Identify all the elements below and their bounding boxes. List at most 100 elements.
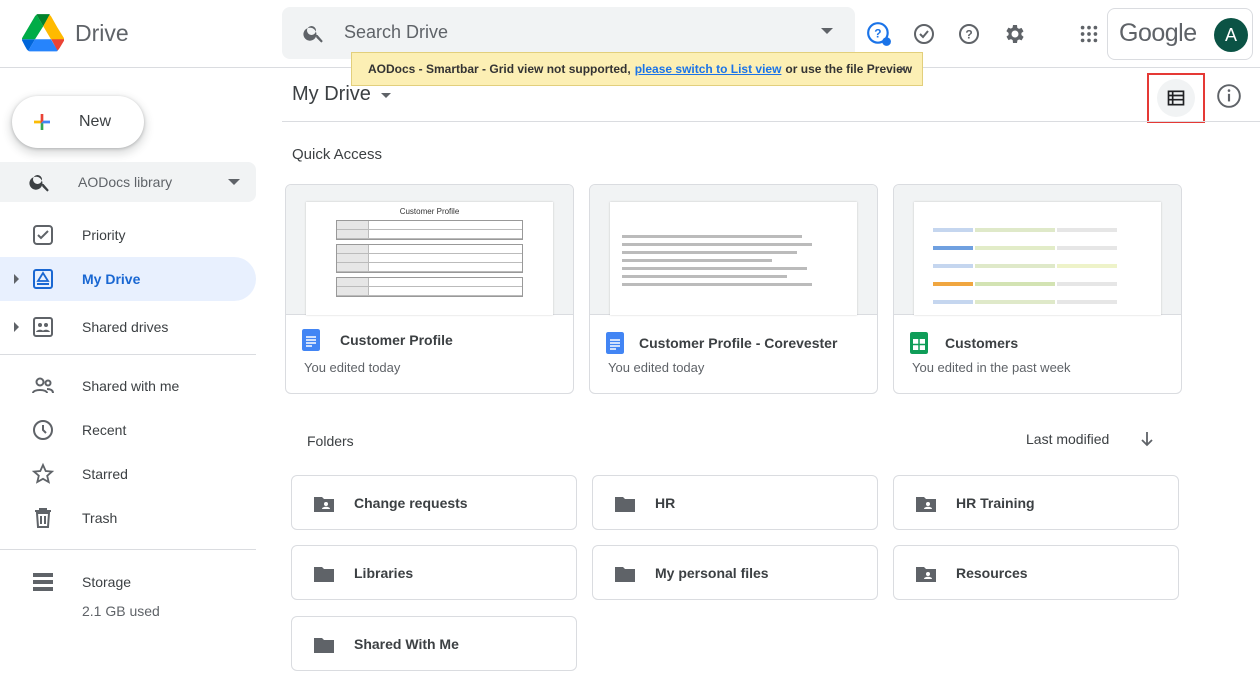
file-name: Customer Profile - Corevester [639, 335, 838, 351]
sort-by-button[interactable]: Last modified [1026, 431, 1109, 447]
drive-logo-icon [22, 14, 64, 52]
chevron-down-icon [228, 179, 240, 185]
sidebar-item-label: Recent [82, 422, 127, 438]
sidebar-item-label: Shared with me [82, 378, 180, 394]
folder-name: Shared With Me [354, 636, 459, 652]
help-icon[interactable]: ? [956, 21, 982, 47]
settings-gear-icon[interactable] [1002, 21, 1028, 47]
header-divider [282, 121, 1260, 122]
my-drive-icon [33, 269, 53, 289]
svg-text:?: ? [874, 26, 881, 40]
page-title[interactable]: My Drive [292, 83, 371, 106]
expand-arrow-icon[interactable] [14, 322, 19, 332]
folder-card[interactable]: Resources [893, 545, 1179, 600]
folder-name: HR [655, 495, 676, 511]
switch-to-list-view-link[interactable]: please switch to List view [635, 62, 782, 76]
folder-name: My personal files [655, 565, 769, 581]
file-preview-thumbnail [894, 185, 1181, 315]
sidebar-divider [0, 354, 256, 355]
folder-card[interactable]: HR [592, 475, 878, 530]
account-switcher[interactable]: Google A [1107, 8, 1253, 60]
folder-card[interactable]: Libraries [291, 545, 577, 600]
list-view-icon [1167, 90, 1185, 106]
shared-folder-icon [916, 497, 936, 512]
sidebar-item-label: Shared drives [82, 319, 169, 335]
trash-icon [35, 508, 51, 528]
shared-with-me-icon [32, 377, 54, 394]
drive-logo[interactable]: Drive [22, 14, 129, 52]
smartbar-text-suffix: or use the file Preview [785, 62, 913, 76]
offline-ready-icon[interactable] [911, 21, 937, 47]
quick-access-card[interactable]: Customers You edited in the past week [893, 184, 1182, 394]
shared-drives-icon [33, 317, 53, 337]
folder-name: Resources [956, 565, 1028, 581]
shared-folder-icon [314, 497, 334, 512]
library-selector[interactable]: AODocs library [0, 162, 256, 202]
folder-card[interactable]: Change requests [291, 475, 577, 530]
google-wordmark: Google [1119, 19, 1197, 47]
priority-icon [33, 225, 53, 245]
quick-access-heading: Quick Access [292, 146, 383, 163]
search-input[interactable]: Search Drive [344, 22, 448, 43]
sidebar-item-shared-drives[interactable]: Shared drives [0, 305, 256, 349]
library-selector-label: AODocs library [78, 174, 173, 190]
sidebar-item-storage[interactable]: Storage [0, 560, 256, 604]
folder-card[interactable]: HR Training [893, 475, 1179, 530]
sidebar-item-priority[interactable]: Priority [0, 213, 256, 257]
plus-icon [34, 114, 50, 130]
folder-icon [314, 638, 334, 653]
file-activity: You edited in the past week [912, 360, 1071, 375]
sidebar-item-label: My Drive [82, 271, 141, 287]
smartbar-text: AODocs - Smartbar - Grid view not suppor… [368, 62, 631, 76]
sidebar-item-label: Priority [82, 227, 126, 243]
avatar[interactable]: A [1214, 18, 1248, 52]
folders-heading: Folders [307, 433, 354, 449]
storage-label: Storage [82, 574, 132, 590]
new-button-label: New [79, 113, 112, 130]
sidebar-item-starred[interactable]: Starred [0, 452, 256, 496]
sidebar-item-trash[interactable]: Trash [0, 496, 256, 540]
folder-card[interactable]: Shared With Me [291, 616, 577, 671]
sidebar-item-label: Trash [82, 510, 118, 526]
smartbar-close-icon[interactable]: × [899, 62, 906, 76]
star-icon [31, 462, 55, 484]
folder-card[interactable]: My personal files [592, 545, 878, 600]
info-icon [1217, 84, 1241, 108]
folder-icon [615, 567, 635, 582]
list-view-toggle-button[interactable] [1147, 73, 1205, 123]
svg-text:?: ? [965, 28, 972, 42]
shared-folder-icon [916, 567, 936, 582]
file-activity: You edited today [608, 360, 705, 375]
sidebar-item-shared-with-me[interactable]: Shared with me [0, 364, 256, 408]
search-icon [29, 175, 49, 192]
sidebar-item-recent[interactable]: Recent [0, 408, 256, 452]
details-info-button[interactable] [1216, 83, 1242, 114]
file-preview-thumbnail: Customer Profile [286, 185, 573, 315]
preview-title: Customer Profile [399, 207, 460, 216]
google-docs-icon [302, 329, 320, 351]
expand-arrow-icon[interactable] [14, 274, 19, 284]
app-name: Drive [75, 19, 129, 46]
apps-grid-icon[interactable] [1076, 21, 1102, 47]
chevron-down-icon[interactable] [381, 93, 391, 98]
file-activity: You edited today [304, 360, 401, 375]
quick-access-card[interactable]: Customer Profile Customer Profile You ed… [285, 184, 574, 394]
file-name: Customers [945, 335, 1019, 351]
main-content: My Drive Quick Access Customer Profile C… [270, 69, 1260, 681]
support-badge-icon[interactable]: ? [866, 21, 892, 47]
sidebar-divider [0, 549, 256, 550]
sidebar-item-label: Starred [82, 466, 128, 482]
search-icon[interactable] [302, 21, 326, 45]
storage-icon [33, 573, 53, 591]
search-options-icon[interactable] [821, 28, 833, 34]
quick-access-card[interactable]: Customer Profile - Corevester You edited… [589, 184, 878, 394]
sort-direction-arrow-icon[interactable] [1140, 431, 1154, 447]
aodocs-smartbar-notice: AODocs - Smartbar - Grid view not suppor… [351, 52, 923, 86]
recent-clock-icon [33, 420, 53, 440]
folder-name: Change requests [354, 495, 468, 511]
new-button[interactable]: New [12, 96, 144, 148]
google-sheets-icon [910, 332, 928, 354]
folder-name: Libraries [354, 565, 414, 581]
file-name: Customer Profile [340, 332, 453, 348]
sidebar-item-my-drive[interactable]: My Drive [0, 257, 256, 301]
